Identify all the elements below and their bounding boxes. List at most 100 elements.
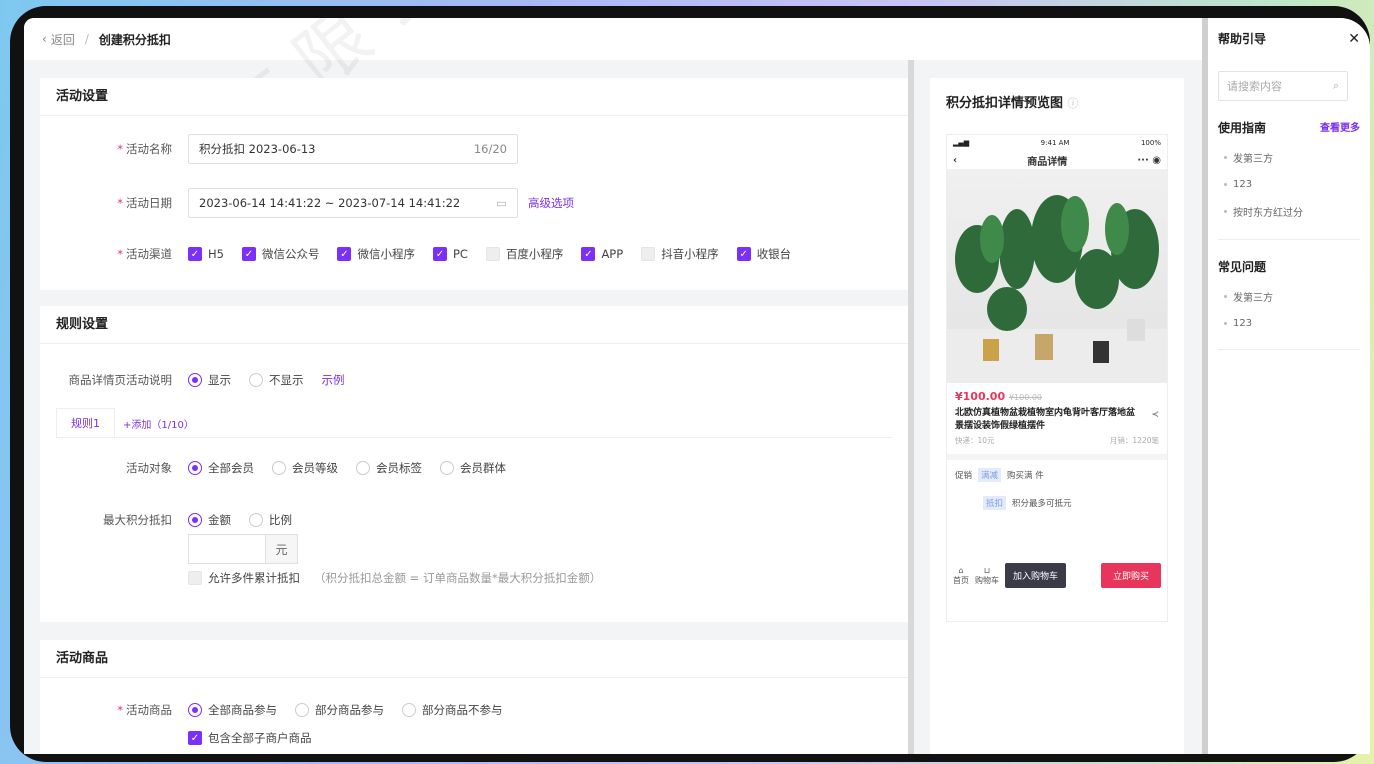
help-list-item[interactable]: 123 bbox=[1224, 179, 1370, 190]
help-panel: 帮助引导 ✕ 请搜索内容 ⌕ 使用指南 查看更多 发第三方 123 按时东方红过分 … bbox=[1202, 18, 1370, 754]
radio-label: 会员等级 bbox=[292, 461, 338, 475]
nav-cart[interactable]: ⊔ 购物车 bbox=[975, 566, 999, 586]
section-title: 活动商品 bbox=[40, 640, 908, 678]
checkbox-icon: ✓ bbox=[432, 247, 447, 261]
help-item-label: 按时东方红过分 bbox=[1233, 208, 1303, 219]
channel-label: H5 bbox=[208, 247, 224, 261]
radio-icon bbox=[188, 513, 202, 527]
activity-settings-card: 活动设置 * 活动名称 积分抵扣 2023-06-13 16/20 * 活动日期 2… bbox=[40, 78, 908, 290]
date-range-input[interactable]: 2023-06-14 14:41:22 ~ 2023-07-14 14:41:2… bbox=[188, 188, 518, 218]
help-list-item[interactable]: 按时东方红过分 bbox=[1224, 204, 1370, 219]
activity-name-input[interactable]: 积分抵扣 2023-06-13 16/20 bbox=[188, 134, 518, 164]
back-icon[interactable]: ‹ bbox=[953, 155, 957, 166]
view-more-link[interactable]: 查看更多 bbox=[1320, 119, 1360, 136]
channel-label: 微信公众号 bbox=[261, 247, 320, 261]
radio-icon bbox=[249, 513, 263, 527]
checkbox-icon: ✓ bbox=[736, 247, 751, 261]
bullet bbox=[1224, 322, 1227, 325]
radio-option[interactable]: 部分商品参与 bbox=[295, 702, 384, 718]
channel-label: 收银台 bbox=[756, 247, 792, 261]
bullet bbox=[1224, 295, 1227, 298]
max-deduct-radios: 金额 比例 bbox=[188, 512, 310, 528]
breadcrumb: ‹ 返回 / 创建积分抵扣 bbox=[24, 18, 1202, 60]
radio-icon bbox=[356, 461, 370, 475]
checkbox-icon bbox=[641, 247, 656, 261]
radio-option[interactable]: 会员等级 bbox=[272, 460, 338, 476]
radio-option[interactable]: 全部会员 bbox=[188, 460, 254, 476]
search-icon: ⌕ bbox=[1332, 79, 1339, 92]
bullet bbox=[1224, 210, 1227, 213]
radio-icon bbox=[272, 461, 286, 475]
channel-checkbox[interactable]: ✓ 微信公众号 bbox=[241, 246, 320, 262]
close-icon[interactable]: ✕ bbox=[1348, 31, 1360, 47]
radio-label: 全部商品参与 bbox=[208, 703, 277, 717]
radio-option[interactable]: 全部商品参与 bbox=[188, 702, 277, 718]
channel-checkbox[interactable]: ✓ 微信小程序 bbox=[337, 246, 415, 262]
include-sub-checkbox[interactable]: ✓ bbox=[188, 731, 202, 745]
channel-label: PC bbox=[452, 247, 468, 261]
section-title: 规则设置 bbox=[40, 306, 908, 344]
example-link[interactable]: 示例 bbox=[322, 372, 345, 388]
nav-home[interactable]: ⌂ 首页 bbox=[953, 566, 969, 586]
radio-label: 部分商品参与 bbox=[315, 703, 384, 717]
desc-show-radio[interactable]: 显示 bbox=[188, 372, 231, 388]
back-link[interactable]: ‹ 返回 bbox=[42, 31, 75, 48]
channel-checkbox[interactable]: 抖音小程序 bbox=[641, 246, 719, 262]
radio-icon bbox=[440, 461, 454, 475]
main-content: 科 技 有 限 公 司 活动设置 *活动名称 积分抵扣 2023-06-13 1… bbox=[24, 18, 1202, 754]
bullet bbox=[1224, 156, 1227, 159]
help-item-label: 123 bbox=[1233, 179, 1253, 190]
amount-input-group: 元 bbox=[188, 534, 298, 564]
channel-checkboxes: ✓ H5 ✓ 微信公众号 ✓ 微信小程序 ✓ PC 百度小程序 ✓ APP 抖音小程序 ✓ 收银台 bbox=[188, 246, 809, 262]
share-icon[interactable]: ≺ bbox=[1151, 409, 1159, 422]
page-title: 创建积分抵扣 bbox=[98, 32, 171, 47]
radio-label: 会员标签 bbox=[376, 461, 422, 475]
bullet bbox=[1224, 183, 1227, 186]
help-list-item[interactable]: 发第三方 bbox=[1224, 289, 1370, 304]
help-list-item[interactable]: 123 bbox=[1224, 318, 1370, 329]
home-icon: ⌂ bbox=[958, 565, 964, 575]
tab-rule-1[interactable]: 规则1 bbox=[56, 408, 115, 437]
radio-label: 比例 bbox=[269, 513, 292, 527]
channel-checkbox[interactable]: ✓ 收银台 bbox=[736, 246, 792, 262]
cart-icon: ⊔ bbox=[983, 565, 991, 575]
radio-label: 部分商品不参与 bbox=[422, 703, 503, 717]
channel-label: 抖音小程序 bbox=[661, 247, 719, 261]
help-circle-icon[interactable]: ⓘ bbox=[1068, 97, 1079, 110]
add-rule-button[interactable]: +添加（1/10） bbox=[115, 410, 202, 437]
advanced-options-link[interactable]: 高级选项 bbox=[528, 195, 574, 211]
help-item-label: 123 bbox=[1233, 318, 1253, 329]
desc-hide-radio[interactable]: 不显示 bbox=[249, 372, 304, 388]
signal-icon: ▂▄▆ bbox=[953, 139, 970, 147]
channel-label: APP bbox=[601, 247, 624, 261]
panel-divider[interactable] bbox=[908, 60, 914, 754]
channel-checkbox[interactable]: ✓ H5 bbox=[188, 246, 224, 262]
radio-label: 金额 bbox=[208, 513, 231, 527]
help-list-item[interactable]: 发第三方 bbox=[1224, 150, 1370, 165]
add-to-cart-button[interactable]: 加入购物车 bbox=[1005, 563, 1067, 588]
buy-now-button[interactable]: 立即购买 bbox=[1100, 563, 1161, 588]
help-search-input[interactable]: 请搜索内容 ⌕ bbox=[1218, 71, 1348, 101]
radio-option[interactable]: 比例 bbox=[249, 512, 292, 528]
radio-icon bbox=[188, 703, 202, 717]
checkbox-icon: ✓ bbox=[581, 247, 596, 261]
faq-list: 发第三方 123 bbox=[1208, 289, 1370, 329]
chevron-left-icon: ‹ bbox=[42, 32, 47, 46]
guide-list: 发第三方 123 按时东方红过分 bbox=[1208, 150, 1370, 219]
multi-deduct-checkbox[interactable] bbox=[188, 571, 202, 585]
radio-option[interactable]: 部分商品不参与 bbox=[402, 702, 503, 718]
radio-option[interactable]: 会员群体 bbox=[440, 460, 506, 476]
channel-checkbox[interactable]: 百度小程序 bbox=[485, 246, 563, 262]
calendar-icon: ▭ bbox=[496, 196, 507, 210]
channel-checkbox[interactable]: ✓ PC bbox=[432, 246, 468, 262]
product-name: 北欧仿真植物盆栽植物室内龟背叶客厅落地盆景摆设装饰假绿植摆件 ≺ bbox=[955, 408, 1159, 431]
product-image bbox=[947, 169, 1167, 383]
radio-option[interactable]: 金额 bbox=[188, 512, 231, 528]
radio-icon bbox=[402, 703, 416, 717]
channel-checkbox[interactable]: ✓ APP bbox=[581, 246, 623, 262]
radio-option[interactable]: 会员标签 bbox=[356, 460, 422, 476]
amount-input[interactable] bbox=[188, 534, 266, 564]
checkbox-icon: ✓ bbox=[241, 247, 256, 261]
more-icon[interactable]: ··· ◉ bbox=[1137, 155, 1161, 166]
checkbox-icon bbox=[485, 247, 500, 261]
